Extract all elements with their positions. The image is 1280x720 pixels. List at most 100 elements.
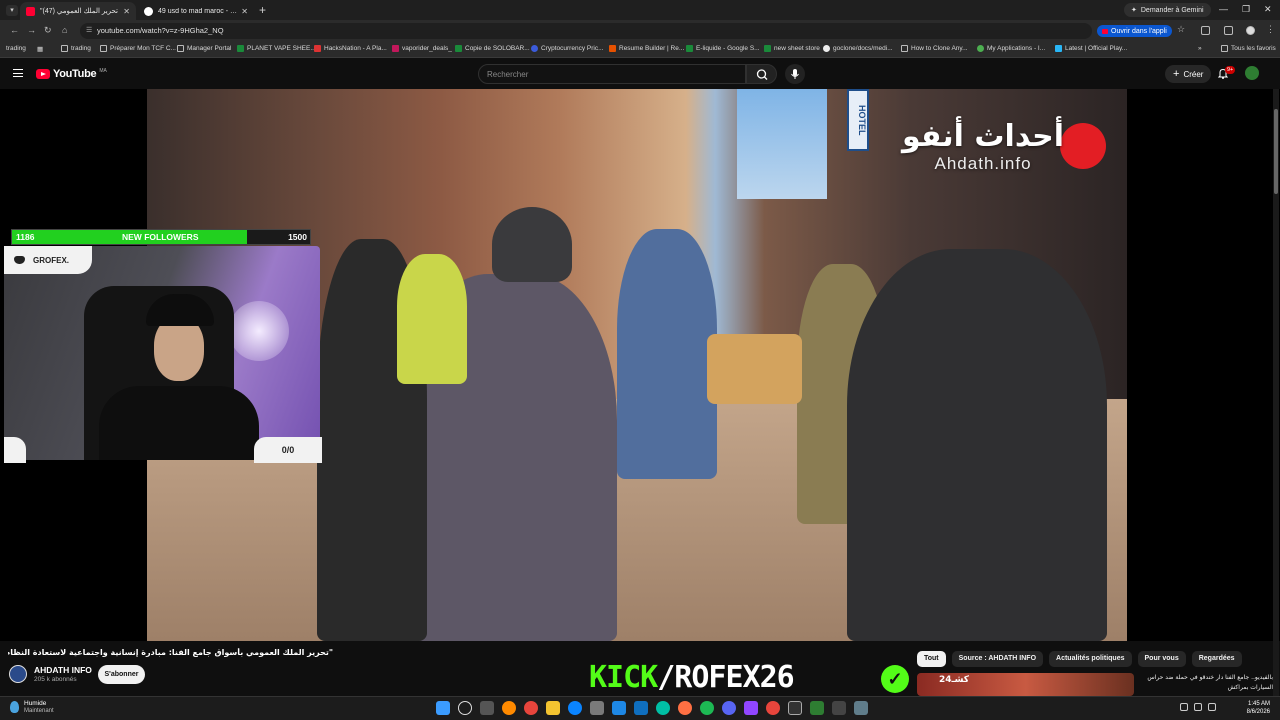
open-in-app-button[interactable]: Ouvrir dans l'appli: [1097, 25, 1172, 37]
app-icon[interactable]: [678, 701, 692, 715]
close-window-icon[interactable]: ✕: [1264, 4, 1272, 15]
discord-icon[interactable]: [722, 701, 736, 715]
bookmark-item[interactable]: HacksNation - A Pla...: [314, 45, 387, 52]
chip-watched[interactable]: Regardées: [1191, 651, 1242, 667]
bookmark-label: vaporider_deals_: [402, 45, 452, 52]
app-icon[interactable]: [854, 701, 868, 715]
twitch-icon[interactable]: [744, 701, 758, 715]
profile-icon[interactable]: [1246, 26, 1255, 35]
terminal-icon[interactable]: [832, 701, 846, 715]
chip-for-you[interactable]: Pour vous: [1137, 651, 1186, 667]
bookmark-item[interactable]: My Applications - I...: [977, 45, 1045, 52]
account-avatar[interactable]: [1245, 66, 1259, 80]
channel-name[interactable]: AHDATH INFO: [34, 665, 92, 675]
store-icon[interactable]: [590, 701, 604, 715]
channel-avatar[interactable]: [9, 665, 27, 683]
menu-dots-icon[interactable]: ⋮: [1266, 24, 1275, 34]
bookmark-item[interactable]: vaporider_deals_: [392, 45, 452, 52]
ahdath-logo-icon: [1060, 123, 1106, 169]
bookmark-item[interactable]: goclone/docs/medi...: [823, 45, 893, 52]
site-info-icon[interactable]: ☰: [86, 26, 92, 34]
volume-icon[interactable]: [1208, 703, 1216, 711]
sheets-icon: [455, 45, 462, 52]
subscribe-button[interactable]: S'abonner: [98, 665, 145, 684]
copilot-icon[interactable]: [502, 701, 516, 715]
mail-icon[interactable]: [612, 701, 626, 715]
voice-search-button[interactable]: [785, 64, 805, 84]
site-icon: [609, 45, 616, 52]
clock-time: 1:45 AM: [1247, 701, 1270, 707]
address-bar[interactable]: ☰ youtube.com/watch?v=z-9HGha2_NQ: [80, 23, 1092, 39]
extensions-icon[interactable]: [1201, 26, 1210, 35]
chrome-icon[interactable]: [766, 701, 780, 715]
video-title: "تحرير الملك العمومي بأسواق جامع الفنا: …: [8, 648, 333, 657]
chip-source[interactable]: Source : AHDATH INFO: [951, 651, 1044, 667]
bookmark-item[interactable]: Préparer Mon TCF C...: [100, 45, 176, 52]
close-tab-icon[interactable]: ✕: [237, 7, 248, 16]
hamburger-menu-icon[interactable]: [13, 69, 23, 77]
more-bookmarks-icon[interactable]: »: [1198, 45, 1202, 52]
bookmark-item[interactable]: Manager Portal: [177, 45, 231, 52]
app-icon[interactable]: [656, 701, 670, 715]
home-icon[interactable]: ⌂: [62, 25, 67, 35]
bookmark-label: How to Clone Any...: [911, 45, 968, 52]
search-placeholder: Rechercher: [487, 70, 529, 79]
app-icon[interactable]: [810, 701, 824, 715]
bookmark-item[interactable]: trading: [6, 45, 26, 52]
reload-icon[interactable]: ↻: [44, 25, 52, 36]
outlook-icon[interactable]: [634, 701, 648, 715]
youtube-logo[interactable]: YouTube MA: [36, 68, 107, 80]
bookmark-star-icon[interactable]: ☆: [1177, 24, 1186, 34]
tab-search-button[interactable]: ▾: [6, 5, 18, 16]
bookmarks-bar: trading ▦ trading Préparer Mon TCF C... …: [0, 42, 1280, 58]
app-icon[interactable]: [788, 701, 802, 715]
bookmark-item[interactable]: Resume Builder | Re...: [609, 45, 684, 52]
video-person: [617, 229, 717, 479]
tray-chevron-icon[interactable]: [1180, 703, 1188, 711]
task-view-icon[interactable]: [480, 701, 494, 715]
back-icon[interactable]: ←: [10, 25, 19, 35]
bookmark-item[interactable]: How to Clone Any...: [901, 45, 968, 52]
bookmark-item[interactable]: E-liquide - Google S...: [686, 45, 760, 52]
create-button[interactable]: + Créer: [1165, 65, 1212, 83]
chip-all[interactable]: Tout: [917, 651, 946, 667]
recommended-video-thumbnail[interactable]: كشـ24: [917, 673, 1134, 696]
search-input[interactable]: Rechercher: [478, 64, 746, 84]
browser-tab-strip: ▾ "تحرير الملك العمومي (47) ✕ 49 usd to …: [0, 0, 1280, 20]
tab-search-result[interactable]: 49 usd to mad maroc - Recherch ✕: [138, 2, 254, 20]
search-icon[interactable]: [458, 701, 472, 715]
new-tab-button[interactable]: +: [259, 3, 266, 17]
bookmark-label: Cryptocurrency Pric...: [541, 45, 604, 52]
clock[interactable]: 1:45 AM 8/6/2026: [1240, 700, 1270, 716]
tab-groups-icon[interactable]: [1224, 26, 1233, 35]
tab-youtube-video[interactable]: "تحرير الملك العمومي (47) ✕: [20, 2, 136, 20]
thumbnail-text: كشـ24: [939, 675, 969, 685]
weather-widget[interactable]: Humide Maintenant: [10, 700, 54, 714]
bookmark-item[interactable]: Latest | Official Play...: [1055, 45, 1127, 52]
recommended-video-title[interactable]: بالفيديو.. جامع الفنا دار خندقو في حملة …: [1139, 673, 1273, 693]
wifi-icon[interactable]: [1194, 703, 1202, 711]
minimize-icon[interactable]: —: [1219, 4, 1228, 14]
bookmark-item[interactable]: Cryptocurrency Pric...: [531, 45, 604, 52]
bookmark-item[interactable]: Copie de SOLOBAR...: [455, 45, 530, 52]
file-explorer-icon[interactable]: [546, 701, 560, 715]
search-button[interactable]: [746, 64, 777, 84]
chip-politics[interactable]: Actualités politiques: [1049, 651, 1132, 667]
start-menu-icon[interactable]: [436, 701, 450, 715]
spotify-icon[interactable]: [700, 701, 714, 715]
bookmark-item[interactable]: PLANET VAPE SHEE...: [237, 45, 316, 52]
scrollbar-thumb[interactable]: [1274, 109, 1278, 194]
edge-icon[interactable]: [568, 701, 582, 715]
maximize-icon[interactable]: ❐: [1242, 4, 1250, 15]
bookmark-item[interactable]: trading: [61, 45, 91, 52]
all-bookmarks-folder[interactable]: Tous les favoris: [1221, 45, 1276, 52]
apps-grid-icon[interactable]: ▦: [37, 45, 43, 53]
windows-taskbar: Humide Maintenant 1:45 AM 8/6/2026: [0, 696, 1280, 720]
close-tab-icon[interactable]: ✕: [119, 7, 130, 16]
weather-subtitle: Maintenant: [24, 708, 54, 714]
bookmark-item[interactable]: new sheet store: [764, 45, 820, 52]
chrome-icon[interactable]: [524, 701, 538, 715]
page-scrollbar[interactable]: [1273, 89, 1279, 696]
gemini-button[interactable]: ✦ Demander à Gemini: [1124, 3, 1211, 17]
forward-icon[interactable]: →: [27, 25, 36, 35]
